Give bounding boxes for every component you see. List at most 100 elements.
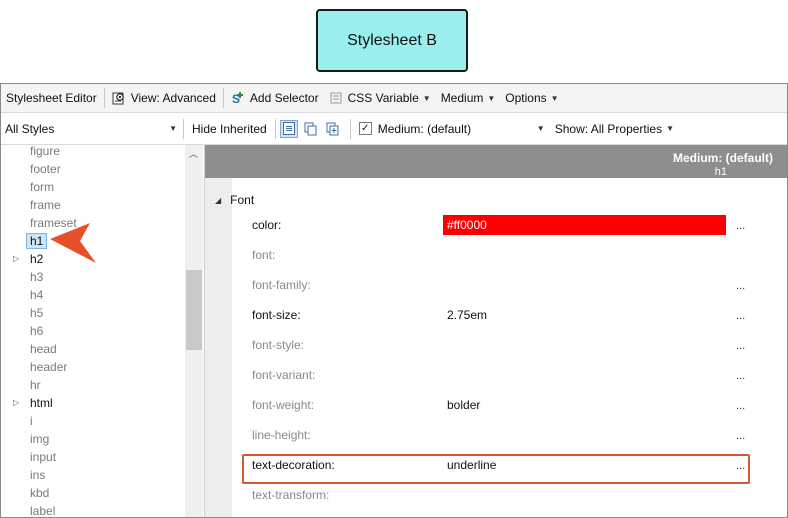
scrollbar-thumb[interactable]: [186, 270, 202, 350]
expand-icon[interactable]: ▷: [13, 251, 19, 267]
property-name: font:: [252, 248, 276, 262]
chevron-down-icon: ▼: [487, 93, 496, 103]
chevron-down-icon: ▼: [536, 124, 545, 133]
view-advanced-button[interactable]: View: Advanced: [107, 87, 221, 109]
show-properties-select[interactable]: Show: All Properties ▼: [549, 118, 679, 140]
selector-tree: figure footer form frame frameset h1 ▷ h…: [1, 145, 205, 517]
medium-menu[interactable]: Medium ▼: [436, 87, 501, 109]
ellipsis-button[interactable]: ...: [736, 220, 745, 232]
property-name: text-transform:: [252, 488, 330, 502]
tree-item-selected[interactable]: h1: [26, 233, 48, 249]
property-row-font-variant[interactable]: font-variant: ...: [252, 365, 752, 387]
property-name: font-variant:: [252, 368, 316, 382]
property-row-font-family[interactable]: font-family: ...: [252, 275, 752, 297]
property-row-font[interactable]: font:: [252, 245, 752, 267]
medium-menu-label: Medium: [440, 91, 484, 105]
options-menu[interactable]: Options ▼: [500, 87, 563, 109]
css-variable-menu[interactable]: CSS Variable ▼: [324, 87, 436, 109]
tree-item[interactable]: footer: [30, 161, 61, 177]
property-row-line-height[interactable]: line-height: ...: [252, 425, 752, 447]
property-name: font-style:: [252, 338, 305, 352]
copy-view-button[interactable]: [302, 120, 320, 138]
add-page-icon: [326, 122, 339, 135]
tree-item[interactable]: head: [30, 341, 57, 357]
medium-select-value: Medium: (default): [377, 121, 472, 136]
styles-select[interactable]: All Styles ▼: [1, 118, 181, 140]
tree-item[interactable]: i: [30, 413, 33, 429]
grid-header-medium: Medium: (default): [673, 151, 773, 165]
medium-select[interactable]: ✓ Medium: (default) ▼: [353, 118, 549, 140]
options-menu-label: Options: [505, 91, 547, 105]
stylesheet-b-callout: Stylesheet B: [316, 9, 468, 72]
tree-item[interactable]: hr: [30, 377, 41, 393]
property-name: font-family:: [252, 278, 311, 292]
property-row-color[interactable]: color: #ff0000 ...: [252, 215, 752, 237]
property-row-font-style[interactable]: font-style: ...: [252, 335, 752, 357]
tree-item[interactable]: frame: [30, 197, 61, 213]
selector-list: figure footer form frame frameset h1 ▷ h…: [1, 145, 185, 517]
filter-toolbar: All Styles ▼ Hide Inherited ✓ Medium: (d…: [1, 113, 787, 145]
tree-item[interactable]: h2: [30, 251, 43, 267]
toolbar-separator: [222, 88, 224, 108]
tree-item[interactable]: kbd: [30, 485, 49, 501]
medium-checkbox[interactable]: ✓: [358, 122, 372, 135]
property-row-font-size[interactable]: font-size: 2.75em ...: [252, 305, 752, 327]
font-group-label: Font: [230, 193, 255, 207]
font-group[interactable]: ◢ Font: [215, 193, 254, 207]
styles-select-value: All Styles: [5, 121, 55, 136]
ellipsis-button[interactable]: ...: [736, 340, 745, 352]
add-view-button[interactable]: [324, 120, 342, 138]
add-selector-icon: S: [232, 92, 243, 105]
expand-icon[interactable]: ▷: [13, 395, 19, 411]
hide-inherited-label: Hide Inherited: [192, 121, 267, 136]
tree-item[interactable]: img: [30, 431, 49, 447]
css-variable-icon: [330, 92, 342, 104]
toolbar-separator: [183, 118, 184, 139]
tree-item[interactable]: header: [30, 359, 67, 375]
property-value[interactable]: 2.75em: [447, 308, 487, 322]
chevron-down-icon: ▼: [550, 93, 559, 103]
add-selector-button[interactable]: S Add Selector: [226, 87, 324, 109]
tree-item[interactable]: label: [30, 503, 55, 517]
color-value-swatch[interactable]: #ff0000: [443, 215, 726, 235]
toolbar-separator: [103, 88, 105, 108]
tree-item[interactable]: h6: [30, 323, 43, 339]
property-name: font-size:: [252, 308, 301, 322]
ellipsis-button[interactable]: ...: [736, 280, 745, 292]
grid-gutter: [205, 178, 232, 517]
tree-item[interactable]: figure: [30, 145, 60, 159]
tree-item[interactable]: html: [30, 395, 53, 411]
tree-item[interactable]: ins: [30, 467, 45, 483]
property-name: font-weight:: [252, 398, 315, 412]
ellipsis-button[interactable]: ...: [736, 400, 745, 412]
property-row-text-transform[interactable]: text-transform:: [252, 485, 752, 507]
ellipsis-button[interactable]: ...: [736, 310, 745, 322]
tree-item[interactable]: h5: [30, 305, 43, 321]
svg-text:S: S: [232, 92, 240, 105]
scroll-up-icon[interactable]: ︿: [189, 147, 198, 160]
chevron-down-icon: ▼: [666, 124, 675, 133]
property-row-font-weight[interactable]: font-weight: bolder ...: [252, 395, 752, 417]
tree-item[interactable]: h3: [30, 269, 43, 285]
property-name: color:: [252, 218, 282, 232]
collapse-icon[interactable]: ◢: [215, 196, 221, 205]
tree-item[interactable]: form: [30, 179, 54, 195]
list-view-button[interactable]: [279, 119, 298, 138]
property-value: #ff0000: [447, 218, 487, 232]
copy-icon: [304, 122, 317, 135]
tree-item[interactable]: h4: [30, 287, 43, 303]
view-mode-icon: [112, 92, 124, 105]
ellipsis-button[interactable]: ...: [736, 370, 745, 382]
property-value[interactable]: bolder: [447, 398, 480, 412]
css-variable-label: CSS Variable: [347, 91, 419, 105]
chevron-down-icon: ▼: [422, 93, 431, 103]
tree-scrollbar[interactable]: ︿: [185, 145, 203, 517]
hide-inherited-button[interactable]: Hide Inherited: [186, 118, 273, 140]
stylesheet-editor-label: Stylesheet Editor: [6, 91, 97, 105]
view-advanced-label: View: Advanced: [130, 91, 216, 105]
text-decoration-highlight: [242, 454, 750, 484]
ellipsis-button[interactable]: ...: [736, 430, 745, 442]
chevron-down-icon: ▼: [169, 124, 177, 133]
tree-item[interactable]: input: [30, 449, 56, 465]
toolbar-separator: [349, 118, 351, 139]
